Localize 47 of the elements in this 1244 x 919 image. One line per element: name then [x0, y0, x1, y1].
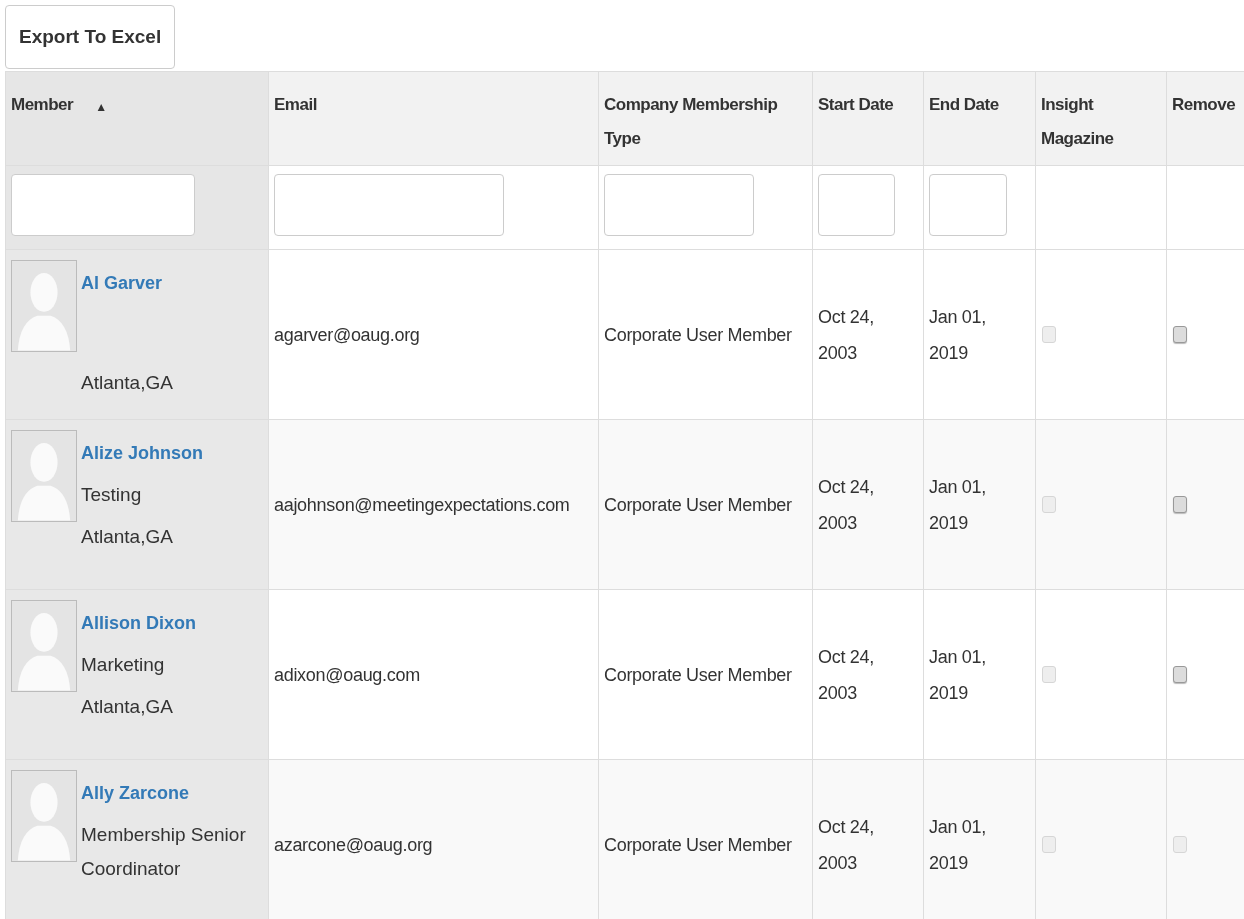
checkbox[interactable] [1173, 496, 1187, 513]
avatar-icon [11, 260, 77, 352]
date-cell-text: Oct 24, 2003 [818, 815, 875, 875]
sort-indicator[interactable]: ▲ [95, 98, 108, 116]
member-name-link[interactable]: Al Garver [81, 268, 163, 298]
column-header[interactable]: Start Date [818, 88, 894, 122]
column-header[interactable]: Member [11, 88, 74, 122]
email-cell-text: adixon@oaug.com [274, 663, 420, 687]
filter-field[interactable] [274, 174, 504, 236]
date-cell-text: Oct 24, 2003 [818, 475, 875, 535]
avatar-icon [11, 600, 77, 692]
date-cell-text: Oct 24, 2003 [818, 305, 875, 365]
filter-field[interactable] [929, 174, 1007, 236]
column-header[interactable]: Company Membership Type [604, 88, 807, 156]
export-button[interactable]: Export To Excel [5, 5, 176, 69]
filter-field[interactable] [818, 174, 895, 236]
member-name-link[interactable]: Allison Dixon [81, 608, 196, 638]
avatar-icon [11, 430, 77, 522]
checkbox[interactable] [1173, 666, 1187, 683]
filter-field[interactable] [604, 174, 754, 236]
membership-type-cell-text: Corporate User Member [604, 833, 792, 857]
member-name-link[interactable]: Alize Johnson [81, 438, 203, 468]
member-location: Atlanta,GA [81, 695, 174, 719]
filter-field[interactable] [11, 174, 195, 236]
member-location: Atlanta,GA [81, 525, 174, 549]
membership-type-cell-text: Corporate User Member [604, 493, 792, 517]
member-location: Atlanta,GA [81, 371, 173, 395]
date-cell-text: Jan 01, 2019 [929, 475, 987, 535]
column-header[interactable]: End Date [929, 88, 999, 122]
checkbox[interactable] [1173, 326, 1187, 343]
date-cell-text: Jan 01, 2019 [929, 645, 987, 705]
member-title: Testing [81, 483, 143, 507]
column-header[interactable]: Email [274, 88, 317, 122]
column-header[interactable]: Remove [1172, 88, 1236, 122]
email-cell-text: agarver@oaug.org [274, 323, 420, 347]
date-cell-text: Oct 24, 2003 [818, 645, 875, 705]
member-name-link[interactable]: Ally Zarcone [81, 778, 190, 808]
email-cell-text: aajohnson@meetingexpectations.com [274, 493, 570, 517]
membership-type-cell-text: Corporate User Member [604, 323, 792, 347]
member-title: Marketing [81, 653, 166, 677]
column-header[interactable]: Insight Magazine [1041, 88, 1161, 156]
member-title: Membership Senior Coordinator [81, 823, 247, 881]
avatar-icon [11, 770, 77, 862]
membership-type-cell-text: Corporate User Member [604, 663, 792, 687]
date-cell-text: Jan 01, 2019 [929, 815, 987, 875]
date-cell-text: Jan 01, 2019 [929, 305, 987, 365]
email-cell-text: azarcone@oaug.org [274, 833, 433, 857]
